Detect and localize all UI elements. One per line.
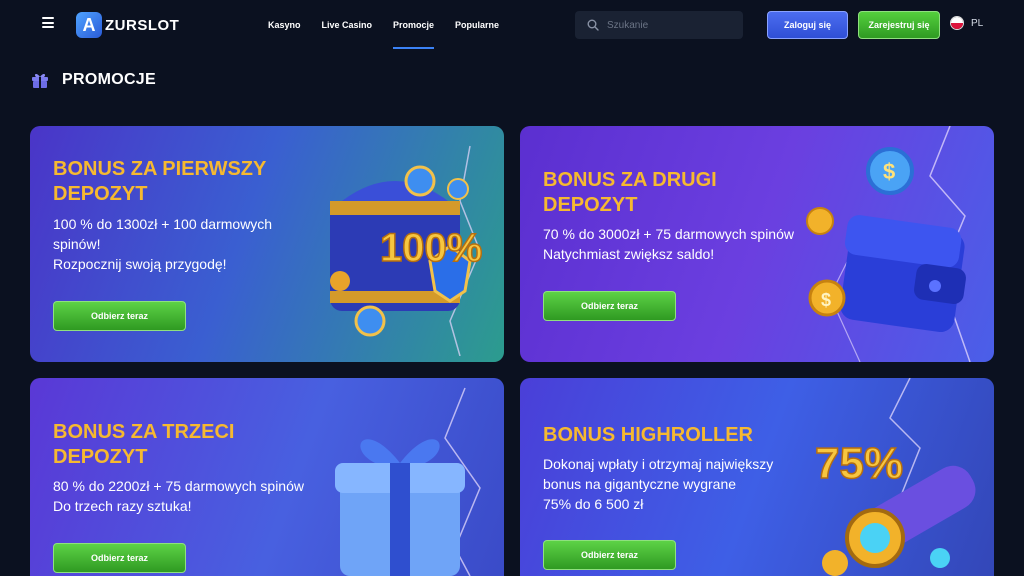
search-input[interactable] xyxy=(607,19,737,31)
telescope-illustration: 75% xyxy=(814,378,976,576)
promo-desc-line: bonus na gigantyczne wygrane xyxy=(543,476,737,492)
wallet-illustration: $ $ xyxy=(806,126,971,362)
promo-title: BONUS ZA DRUGI DEPOZYT xyxy=(543,168,717,218)
promo-description: 70 % do 3000zł + 75 darmowych spinów Nat… xyxy=(543,224,794,264)
language-label: PL xyxy=(971,17,984,29)
svg-text:$: $ xyxy=(821,290,831,310)
search-icon xyxy=(587,19,599,31)
logo-text: ZURSLOT xyxy=(105,16,180,34)
search-box[interactable] xyxy=(575,11,743,39)
promo-title-line: BONUS ZA PIERWSZY xyxy=(53,158,267,180)
highroller-percent-text: 75% xyxy=(815,439,903,488)
menu-icon[interactable] xyxy=(42,17,54,28)
treasure-chest-illustration: 100% xyxy=(330,145,483,356)
promo-title-line: DEPOZYT xyxy=(543,194,638,216)
nav-item-popularne[interactable]: Popularne xyxy=(455,0,499,50)
claim-bonus-button[interactable]: Odbierz teraz xyxy=(53,301,186,331)
nav-item-kasyno[interactable]: Kasyno xyxy=(268,0,301,50)
promo-title-line: DEPOZYT xyxy=(53,183,148,205)
promo-desc-line: 70 % do 3000zł + 75 darmowych spinów xyxy=(543,226,794,242)
promo-desc-line: 100 % do 1300zł + 100 darmowych xyxy=(53,216,273,232)
claim-bonus-button[interactable]: Odbierz teraz xyxy=(543,291,676,321)
top-header: A ZURSLOT Kasyno Live Casino Promocje Po… xyxy=(0,0,1024,50)
login-button[interactable]: Zaloguj się xyxy=(767,11,848,39)
page-heading: PROMOCJE xyxy=(30,70,156,90)
promo-title-line: BONUS ZA TRZECI xyxy=(53,421,235,443)
promo-desc-line: Dokonaj wpłaty i otrzymaj największy xyxy=(543,456,774,472)
promo-title: BONUS HIGHROLLER xyxy=(543,423,753,448)
promo-description: Dokonaj wpłaty i otrzymaj największy bon… xyxy=(543,454,773,514)
promo-title: BONUS ZA TRZECI DEPOZYT xyxy=(53,420,234,470)
promo-desc-line: spinów! xyxy=(53,236,101,252)
promo-description: 100 % do 1300zł + 100 darmowych spinów! … xyxy=(53,214,272,274)
chest-percent-text: 100% xyxy=(380,226,482,270)
register-button[interactable]: Zarejestruj się xyxy=(858,11,940,39)
gift-box-illustration xyxy=(335,387,481,576)
gift-icon xyxy=(32,73,48,88)
promo-title-line: DEPOZYT xyxy=(53,446,148,468)
promo-card-second-deposit: $ $ BONUS ZA DRUGI DEPOZYT 70 % do 3000z… xyxy=(520,126,994,362)
promo-desc-line: 75% do 6 500 zł xyxy=(543,496,644,512)
logo-mark: A xyxy=(76,12,102,38)
promo-title-line: BONUS ZA DRUGI xyxy=(543,169,717,191)
main-nav: Kasyno Live Casino Promocje Popularne xyxy=(268,0,520,50)
svg-text:$: $ xyxy=(883,159,895,184)
logo[interactable]: A ZURSLOT xyxy=(76,12,179,38)
page-title: PROMOCJE xyxy=(62,71,156,88)
promo-desc-line: Natychmiast zwiększ saldo! xyxy=(543,246,715,262)
claim-bonus-button[interactable]: Odbierz teraz xyxy=(53,543,186,573)
nav-item-live-casino[interactable]: Live Casino xyxy=(322,0,373,50)
promo-desc-line: 80 % do 2200zł + 75 darmowych spinów xyxy=(53,478,304,494)
promo-card-first-deposit: 100% BONUS ZA PIERWSZY DEPOZYT 100 % do … xyxy=(30,126,504,362)
promo-title-line: BONUS HIGHROLLER xyxy=(543,424,753,446)
promo-card-third-deposit: BONUS ZA TRZECI DEPOZYT 80 % do 2200zł +… xyxy=(30,378,504,576)
promo-desc-line: Do trzech razy sztuka! xyxy=(53,498,192,514)
promo-description: 80 % do 2200zł + 75 darmowych spinów Do … xyxy=(53,476,304,516)
promo-desc-line: Rozpocznij swoją przygodę! xyxy=(53,256,227,272)
nav-item-promocje[interactable]: Promocje xyxy=(393,0,435,50)
claim-bonus-button[interactable]: Odbierz teraz xyxy=(543,540,676,570)
language-selector[interactable]: PL xyxy=(950,16,983,30)
promo-title: BONUS ZA PIERWSZY DEPOZYT xyxy=(53,157,266,207)
poland-flag-icon xyxy=(950,16,964,30)
promo-card-highroller: 75% BONUS HIGHROLLER Dokonaj wpłaty i ot… xyxy=(520,378,994,576)
